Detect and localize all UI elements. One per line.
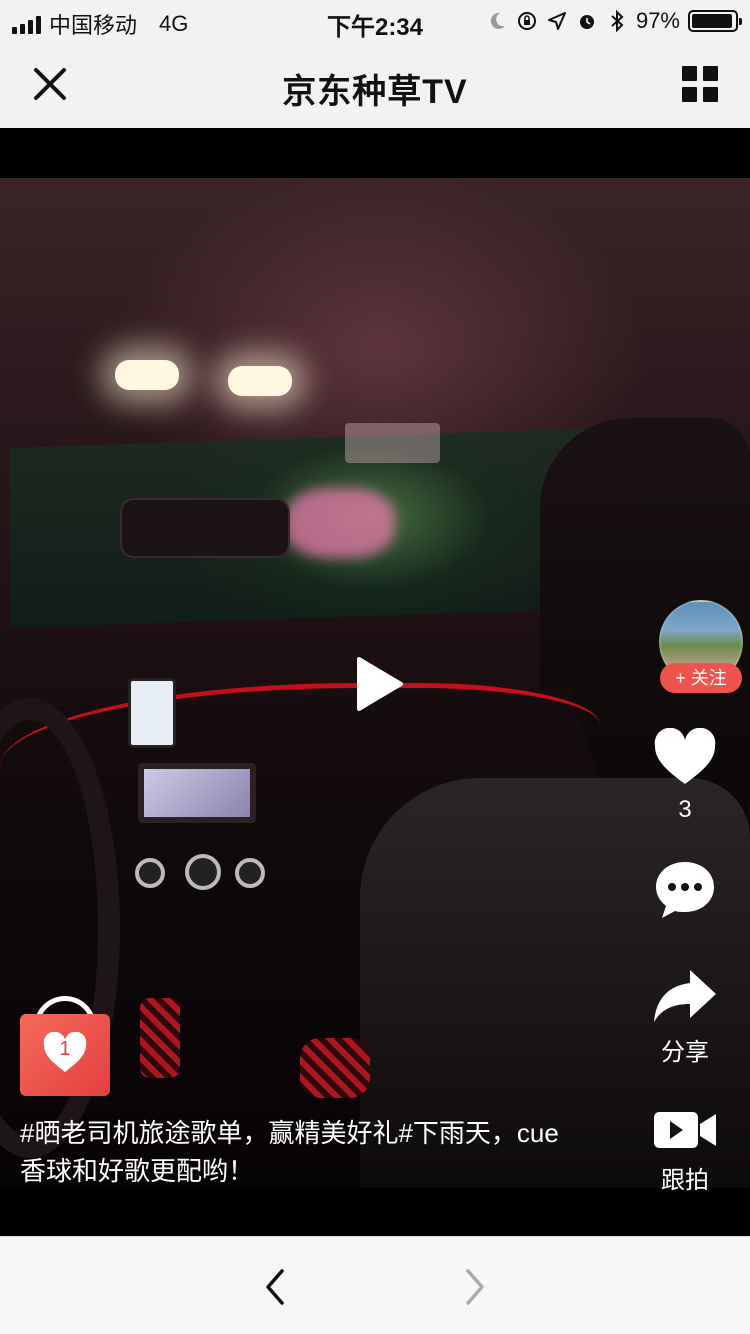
share-button[interactable]: 分享 [620, 968, 750, 1067]
action-rail: + 关注 3 分享 跟拍 [620, 128, 750, 1236]
status-bar: 中国移动 4G 下午2:34 97% [0, 0, 750, 41]
share-label: 分享 [661, 1039, 709, 1066]
video-camera-icon [654, 1112, 716, 1148]
battery-percent: 97% [635, 8, 680, 33]
back-button[interactable] [260, 1267, 290, 1307]
alarm-icon [576, 10, 598, 32]
chevron-right-icon [466, 1269, 484, 1305]
status-right: 97% [486, 8, 742, 34]
chevron-left-icon [266, 1269, 284, 1305]
battery-icon [688, 10, 742, 32]
comment-button[interactable] [620, 858, 750, 922]
video-player[interactable]: + 关注 3 分享 跟拍 1 #晒老司机旅途歌单，赢精美好礼#下雨天，cue香球… [0, 128, 750, 1236]
video-caption: #晒老司机旅途歌单，赢精美好礼#下雨天，cue香球和好歌更配哟！ [20, 1118, 559, 1186]
heart-icon [654, 728, 716, 784]
like-count: 3 [678, 796, 692, 823]
comment-bubble-icon [656, 862, 714, 918]
nav-bar: 京东种草TV [0, 40, 750, 128]
play-icon [357, 657, 403, 711]
grid-menu-icon [682, 66, 697, 81]
product-cart-button[interactable]: 1 [20, 996, 110, 1096]
play-button[interactable] [355, 655, 405, 713]
page-title: 京东种草TV [282, 73, 468, 111]
like-button[interactable]: 3 [620, 728, 750, 824]
moon-icon [486, 10, 508, 32]
bluetooth-icon [606, 10, 628, 32]
share-arrow-icon [654, 970, 716, 1022]
shoot-along-button[interactable]: 跟拍 [620, 1108, 750, 1195]
forward-button[interactable] [460, 1267, 490, 1307]
follow-button[interactable]: + 关注 [660, 663, 742, 693]
location-icon [546, 10, 568, 32]
rotation-lock-icon [516, 10, 538, 32]
grid-menu-button[interactable] [682, 66, 718, 102]
shoot-along-label: 跟拍 [661, 1167, 709, 1194]
cart-count: 1 [59, 1038, 71, 1060]
browser-bottom-bar [0, 1236, 750, 1334]
